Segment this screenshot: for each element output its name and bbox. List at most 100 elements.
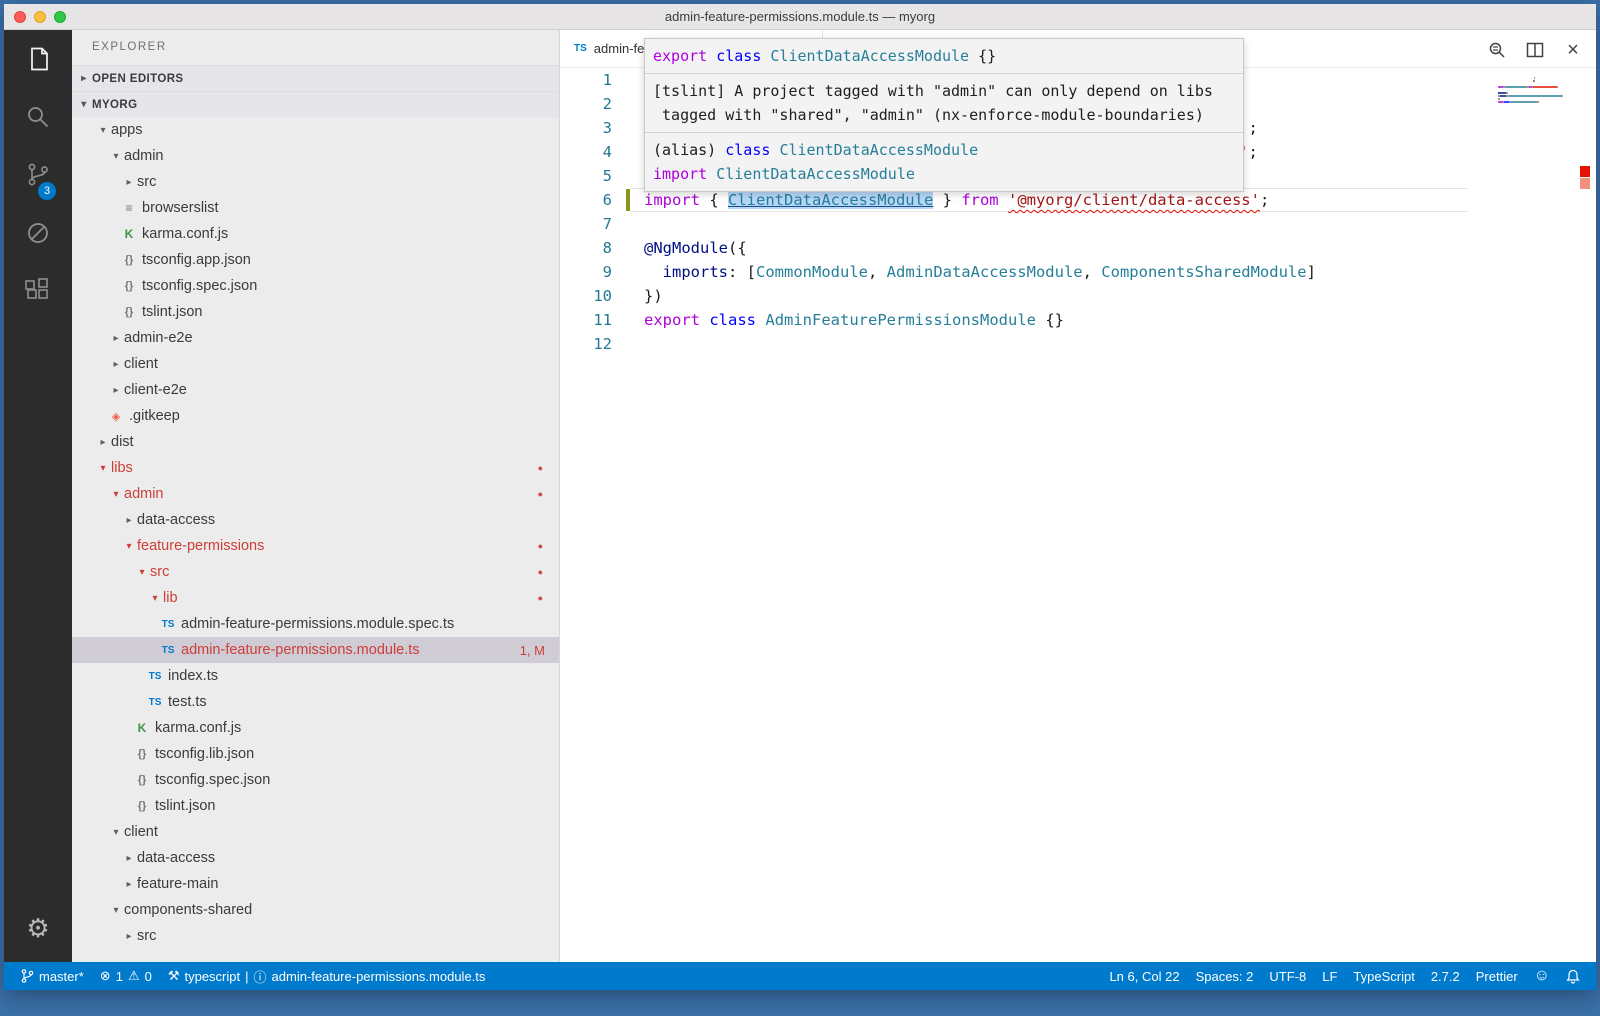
chevron-right-icon: ▸ xyxy=(108,385,124,396)
modified-dot: ● xyxy=(538,489,543,499)
tree-item-label: data-access xyxy=(137,512,215,528)
typescript-file-icon: TS xyxy=(147,697,163,708)
minimap-pad xyxy=(1498,77,1534,79)
git-branch-status[interactable]: master* xyxy=(14,962,90,990)
feedback-smiley[interactable]: ☺ xyxy=(1528,962,1556,990)
tree-item-src[interactable]: ▸src xyxy=(72,923,559,949)
tree-item-feature-permissions[interactable]: ▾feature-permissions● xyxy=(72,533,559,559)
code-token: export xyxy=(644,311,700,329)
tree-item-label: admin-e2e xyxy=(124,330,193,346)
activity-extensions-button[interactable] xyxy=(4,262,72,320)
tree-item-admin-e2e[interactable]: ▸admin-e2e xyxy=(72,325,559,351)
client-data-access-module-link[interactable]: ClientDataAccessModule xyxy=(728,191,933,209)
line-col-label: Ln 6, Col 22 xyxy=(1109,969,1179,984)
language-mode[interactable]: TypeScript xyxy=(1347,962,1420,990)
tree-item-label: src xyxy=(150,564,169,580)
tree-item-dist[interactable]: ▸dist xyxy=(72,429,559,455)
formatter-status[interactable]: Prettier xyxy=(1470,962,1524,990)
close-editor-icon[interactable]: × xyxy=(1562,39,1584,61)
tree-item-tsconfig-spec-json[interactable]: {}tsconfig.spec.json xyxy=(72,767,559,793)
tree-item-admin-feature-permissions-module-ts[interactable]: TSadmin-feature-permissions.module.ts1, … xyxy=(72,637,559,663)
code-token: from xyxy=(961,191,998,209)
chevron-right-icon: ▸ xyxy=(108,359,124,370)
tree-item-karma-conf-js[interactable]: Kkarma.conf.js xyxy=(72,715,559,741)
problems-status[interactable]: ⊗ 1 ⚠ 0 xyxy=(94,962,158,990)
tree-item-tslint-json[interactable]: {}tslint.json xyxy=(72,793,559,819)
extensions-icon xyxy=(23,276,53,306)
tree-item-src[interactable]: ▾src● xyxy=(72,559,559,585)
tree-item-admin-feature-permissions-module-spec-ts[interactable]: TSadmin-feature-permissions.module.spec.… xyxy=(72,611,559,637)
task-label: typescript xyxy=(184,969,240,984)
tree-item-data-access[interactable]: ▸data-access xyxy=(72,507,559,533)
minimap[interactable] xyxy=(1498,70,1568,106)
chevron-down-icon: ▾ xyxy=(108,489,124,500)
json-file-icon: {} xyxy=(134,800,150,812)
tree-item-admin[interactable]: ▾admin xyxy=(72,143,559,169)
branch-icon xyxy=(20,968,34,984)
open-preview-icon[interactable] xyxy=(1486,39,1508,61)
notifications[interactable] xyxy=(1560,962,1586,990)
code-line-9: 9 imports: [CommonModule, AdminDataAcces… xyxy=(560,260,1504,284)
tree-item-gitkeep[interactable]: ◈.gitkeep xyxy=(72,403,559,429)
chevron-down-icon: ▾ xyxy=(108,827,124,838)
tree-item-client[interactable]: ▾client xyxy=(72,819,559,845)
activity-search-button[interactable] xyxy=(4,88,72,146)
chevron-right-icon: ▸ xyxy=(121,515,137,526)
code-token: } xyxy=(933,191,961,209)
list-file-icon: ≡ xyxy=(121,201,137,215)
chevron-down-icon: ▾ xyxy=(76,99,92,110)
eol-status[interactable]: LF xyxy=(1316,962,1343,990)
close-window-button[interactable] xyxy=(14,11,26,23)
tree-item-label: tsconfig.app.json xyxy=(142,252,251,268)
typescript-file-icon: TS xyxy=(160,645,176,656)
tree-item-libs[interactable]: ▾libs● xyxy=(72,455,559,481)
sidebar-title: EXPLORER xyxy=(72,30,559,65)
tree-item-tsconfig-lib-json[interactable]: {}tsconfig.lib.json xyxy=(72,741,559,767)
tree-item-client[interactable]: ▸client xyxy=(72,351,559,377)
zoom-window-button[interactable] xyxy=(54,11,66,23)
activity-explorer-button[interactable] xyxy=(4,30,72,88)
activity-debug-button[interactable] xyxy=(4,204,72,262)
tree-item-lib[interactable]: ▾lib● xyxy=(72,585,559,611)
line-content: imports: [CommonModule, AdminDataAccessM… xyxy=(644,260,1316,284)
settings-gear-icon[interactable]: ⚙ xyxy=(26,913,49,944)
tree-item-data-access[interactable]: ▸data-access xyxy=(72,845,559,871)
tree-item-label: index.ts xyxy=(168,668,218,684)
code-token: (alias) xyxy=(653,141,725,159)
tree-item-index-ts[interactable]: TSindex.ts xyxy=(72,663,559,689)
warning-count: 0 xyxy=(145,969,152,984)
tree-item-karma-conf-js[interactable]: Kkarma.conf.js xyxy=(72,221,559,247)
activity-source-control-button[interactable]: 3 xyxy=(4,146,72,204)
minimize-window-button[interactable] xyxy=(34,11,46,23)
cursor-position[interactable]: Ln 6, Col 22 xyxy=(1103,962,1185,990)
tree-item-tsconfig-spec-json[interactable]: {}tsconfig.spec.json xyxy=(72,273,559,299)
code-token xyxy=(756,311,765,329)
section-open-editors[interactable]: ▸ OPEN EDITORS xyxy=(72,65,559,91)
indentation-status[interactable]: Spaces: 2 xyxy=(1190,962,1260,990)
tree-item-client-e2e[interactable]: ▸client-e2e xyxy=(72,377,559,403)
traffic-lights xyxy=(14,11,66,23)
tree-item-tsconfig-app-json[interactable]: {}tsconfig.app.json xyxy=(72,247,559,273)
tree-item-src[interactable]: ▸src xyxy=(72,169,559,195)
chevron-down-icon: ▾ xyxy=(108,151,124,162)
task-status[interactable]: ⚒ typescript | ⓘ admin-feature-permissio… xyxy=(162,962,492,990)
code-area[interactable]: 123;4';56import { ClientDataAccessModule… xyxy=(560,68,1504,962)
tree-item-browserslist[interactable]: ≡browserslist xyxy=(72,195,559,221)
line-number: 11 xyxy=(560,308,612,332)
tree-item-tslint-json[interactable]: {}tslint.json xyxy=(72,299,559,325)
ts-version[interactable]: 2.7.2 xyxy=(1425,962,1466,990)
tree-item-feature-main[interactable]: ▸feature-main xyxy=(72,871,559,897)
tree-item-admin[interactable]: ▾admin● xyxy=(72,481,559,507)
encoding-status[interactable]: UTF-8 xyxy=(1263,962,1312,990)
tree-item-components-shared[interactable]: ▾components-shared xyxy=(72,897,559,923)
line-content: export class AdminFeaturePermissionsModu… xyxy=(644,308,1064,332)
tree-item-label: data-access xyxy=(137,850,215,866)
tree-item-apps[interactable]: ▾apps xyxy=(72,117,559,143)
split-editor-icon[interactable] xyxy=(1524,39,1546,61)
tree-item-test-ts[interactable]: TStest.ts xyxy=(72,689,559,715)
section-myorg[interactable]: ▾ MYORG xyxy=(72,91,559,117)
chevron-right-icon: ▸ xyxy=(121,853,137,864)
line-number: 10 xyxy=(560,284,612,308)
gutter-modified-indicator xyxy=(626,189,630,211)
chevron-down-icon: ▾ xyxy=(95,125,111,136)
